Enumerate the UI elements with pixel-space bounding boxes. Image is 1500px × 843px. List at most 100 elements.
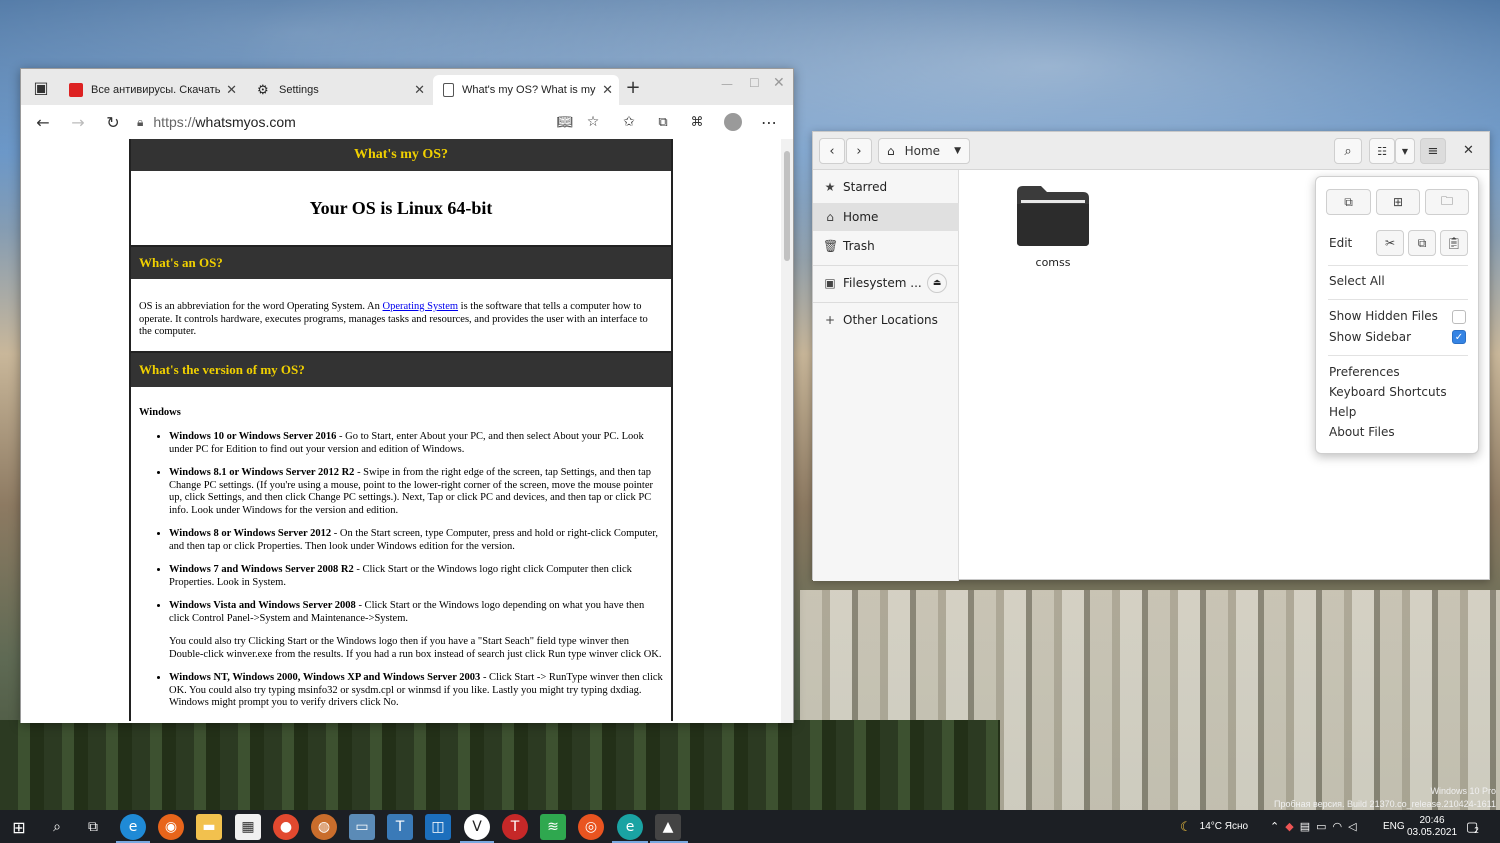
sidebar-label: Starred bbox=[843, 180, 888, 194]
forward-button[interactable]: › bbox=[846, 138, 872, 164]
watermark-edition: Windows 10 Pro bbox=[1430, 786, 1496, 796]
language-indicator[interactable]: ENG bbox=[1383, 810, 1405, 843]
address-bar[interactable]: 🔒︎ https://whatsmyos.com bbox=[137, 108, 617, 136]
sidebar-item-starred[interactable]: ★ Starred bbox=[813, 173, 959, 201]
date: 03.05.2021 bbox=[1406, 826, 1458, 838]
eject-icon[interactable]: ⏏ bbox=[927, 273, 947, 293]
extensions-icon[interactable]: ⌘ bbox=[685, 110, 709, 134]
task-view-icon[interactable]: ⧉ bbox=[80, 814, 106, 840]
remote-icon[interactable]: ▭ bbox=[349, 814, 375, 840]
tab-actions-icon[interactable]: ▣ bbox=[29, 75, 53, 99]
sidebar-label: Other Locations bbox=[843, 313, 938, 327]
app-icon[interactable]: ◍ bbox=[311, 814, 337, 840]
copy-button[interactable]: ⧉ bbox=[1408, 230, 1436, 256]
edge-icon[interactable]: e bbox=[120, 814, 146, 840]
help-item[interactable]: Help bbox=[1329, 405, 1356, 419]
notification-icon[interactable]: ▢ 2 bbox=[1466, 810, 1479, 843]
moon-icon: ☾ bbox=[1180, 818, 1192, 834]
view-toggle-button[interactable]: ☷ bbox=[1369, 138, 1395, 164]
files-sidebar: ★ Starred ⌂ Home 🗑︎ Trash ▣ Filesystem ... ⏏… bbox=[813, 170, 959, 581]
search-button[interactable]: ⌕ bbox=[1334, 138, 1362, 164]
network-icon[interactable]: ▤ bbox=[1300, 820, 1316, 833]
about-item[interactable]: About Files bbox=[1329, 425, 1395, 439]
close-icon[interactable]: ✕ bbox=[1463, 143, 1474, 158]
more-icon[interactable]: ⋯ bbox=[757, 110, 781, 134]
linux-icon[interactable]: ▲ bbox=[655, 814, 681, 840]
new-tab-button[interactable]: ⊞ bbox=[1376, 189, 1420, 215]
tab-whatsmyos[interactable]: What's my OS? What is my ✕ bbox=[433, 75, 619, 105]
folder-name: comss bbox=[1035, 256, 1071, 269]
operating-system-link[interactable]: Operating System bbox=[383, 301, 459, 312]
sidebar-item-filesystem[interactable]: ▣ Filesystem ... ⏏ bbox=[813, 269, 959, 297]
menu-button[interactable]: ≡ bbox=[1420, 138, 1446, 164]
new-window-button[interactable]: ⧉ bbox=[1326, 189, 1371, 215]
store-icon[interactable]: ▦ bbox=[235, 814, 261, 840]
show-sidebar-checkbox[interactable]: ✓ bbox=[1452, 330, 1466, 344]
page-scrollbar[interactable] bbox=[781, 139, 793, 723]
favorites-icon[interactable]: ✩ bbox=[617, 110, 641, 134]
new-folder-button[interactable]: 🗀︎ bbox=[1425, 189, 1469, 215]
files-menu-popover: ⧉ ⊞ 🗀︎ Edit ✂ ⧉ 📋︎ Select All Show Hidde… bbox=[1315, 176, 1479, 454]
close-icon[interactable]: ✕ bbox=[602, 82, 613, 98]
ubuntu-icon[interactable]: ◎ bbox=[578, 814, 604, 840]
new-tab-icon[interactable]: + bbox=[621, 75, 645, 99]
location-label: Home bbox=[904, 144, 941, 158]
tsearch-icon[interactable]: T bbox=[502, 814, 528, 840]
layers-icon[interactable]: ≋ bbox=[540, 814, 566, 840]
maximize-icon[interactable]: ☐ bbox=[749, 76, 760, 90]
antivirus-icon[interactable]: ◆ bbox=[1285, 820, 1299, 833]
add-favorite-icon[interactable]: ☆ bbox=[581, 110, 605, 134]
scroll-thumb[interactable] bbox=[784, 151, 790, 261]
firefox-icon[interactable]: ◉ bbox=[158, 814, 184, 840]
clock[interactable]: 20:46 03.05.2021 bbox=[1406, 810, 1458, 843]
sidebar-item-trash[interactable]: 🗑︎ Trash bbox=[813, 232, 959, 260]
volume-icon[interactable]: ◁ bbox=[1348, 820, 1362, 833]
notification-count: 2 bbox=[1474, 826, 1479, 835]
close-window-icon[interactable]: ✕ bbox=[773, 75, 785, 91]
tab-settings[interactable]: ⚙ Settings ✕ bbox=[247, 75, 431, 105]
item-extra: You could also try Clicking Start or the… bbox=[169, 636, 662, 660]
keyboard-shortcuts-item[interactable]: Keyboard Shortcuts bbox=[1329, 385, 1447, 399]
location-button[interactable]: ⌂ Home ▼ bbox=[878, 138, 970, 164]
tray-icons[interactable]: ⌃ ◆ ▤ ▭ ◠ ◁ bbox=[1270, 810, 1363, 843]
chrome-icon[interactable]: ● bbox=[273, 814, 299, 840]
os-description: OS is an abbreviation for the word Opera… bbox=[131, 279, 671, 353]
wifi-icon[interactable]: ◠ bbox=[1333, 820, 1349, 833]
select-all-item[interactable]: Select All bbox=[1329, 274, 1385, 288]
close-icon[interactable]: ✕ bbox=[226, 82, 237, 98]
typora-icon[interactable]: T bbox=[387, 814, 413, 840]
preferences-item[interactable]: Preferences bbox=[1329, 365, 1400, 379]
show-hidden-checkbox[interactable] bbox=[1452, 310, 1466, 324]
forward-icon[interactable]: → bbox=[66, 110, 90, 134]
start-icon[interactable]: ⊞ bbox=[6, 814, 32, 840]
minimize-icon[interactable]: — bbox=[721, 77, 733, 91]
close-icon[interactable]: ✕ bbox=[414, 82, 425, 98]
plus-icon: + bbox=[824, 313, 836, 327]
show-sidebar-item[interactable]: Show Sidebar bbox=[1329, 330, 1411, 344]
reader-icon[interactable]: 📖︎ bbox=[553, 110, 577, 134]
battery-icon[interactable]: ▭ bbox=[1316, 820, 1332, 833]
weather-widget[interactable]: ☾ 14°C Ясно bbox=[1180, 810, 1248, 843]
sidebar-item-other-locations[interactable]: + Other Locations bbox=[813, 306, 959, 334]
vivaldi-icon[interactable]: V bbox=[464, 814, 490, 840]
explorer-icon[interactable]: ▬ bbox=[196, 814, 222, 840]
collections-icon[interactable]: ⧉ bbox=[651, 110, 675, 134]
back-icon[interactable]: ← bbox=[31, 110, 55, 134]
view-options-button[interactable]: ▼ bbox=[1395, 138, 1415, 164]
refresh-icon[interactable]: ↻ bbox=[101, 110, 125, 134]
list-item: Windows Vista and Windows Server 2008 - … bbox=[169, 600, 663, 661]
profile-icon[interactable] bbox=[721, 110, 745, 134]
cut-button[interactable]: ✂ bbox=[1376, 230, 1404, 256]
sidebar-item-home[interactable]: ⌂ Home bbox=[813, 203, 959, 231]
vmware-icon[interactable]: ◫ bbox=[425, 814, 451, 840]
weather-text: 14°C Ясно bbox=[1199, 821, 1249, 832]
tab-antivirus[interactable]: Все антивирусы. Скачать ✕ bbox=[59, 75, 243, 105]
folder-item[interactable]: comss bbox=[1013, 182, 1093, 269]
paste-button[interactable]: 📋︎ bbox=[1440, 230, 1468, 256]
chevron-up-icon[interactable]: ⌃ bbox=[1270, 820, 1285, 833]
edge-dev-icon[interactable]: e bbox=[617, 814, 643, 840]
taskbar: ⊞ ⌕ ⧉ e ◉ ▬ ▦ ● ◍ ▭ T ◫ V T ≋ ◎ e ▲ ☾ 14… bbox=[0, 810, 1500, 843]
search-icon[interactable]: ⌕ bbox=[44, 814, 70, 840]
back-button[interactable]: ‹ bbox=[819, 138, 845, 164]
show-hidden-files-item[interactable]: Show Hidden Files bbox=[1329, 309, 1438, 323]
